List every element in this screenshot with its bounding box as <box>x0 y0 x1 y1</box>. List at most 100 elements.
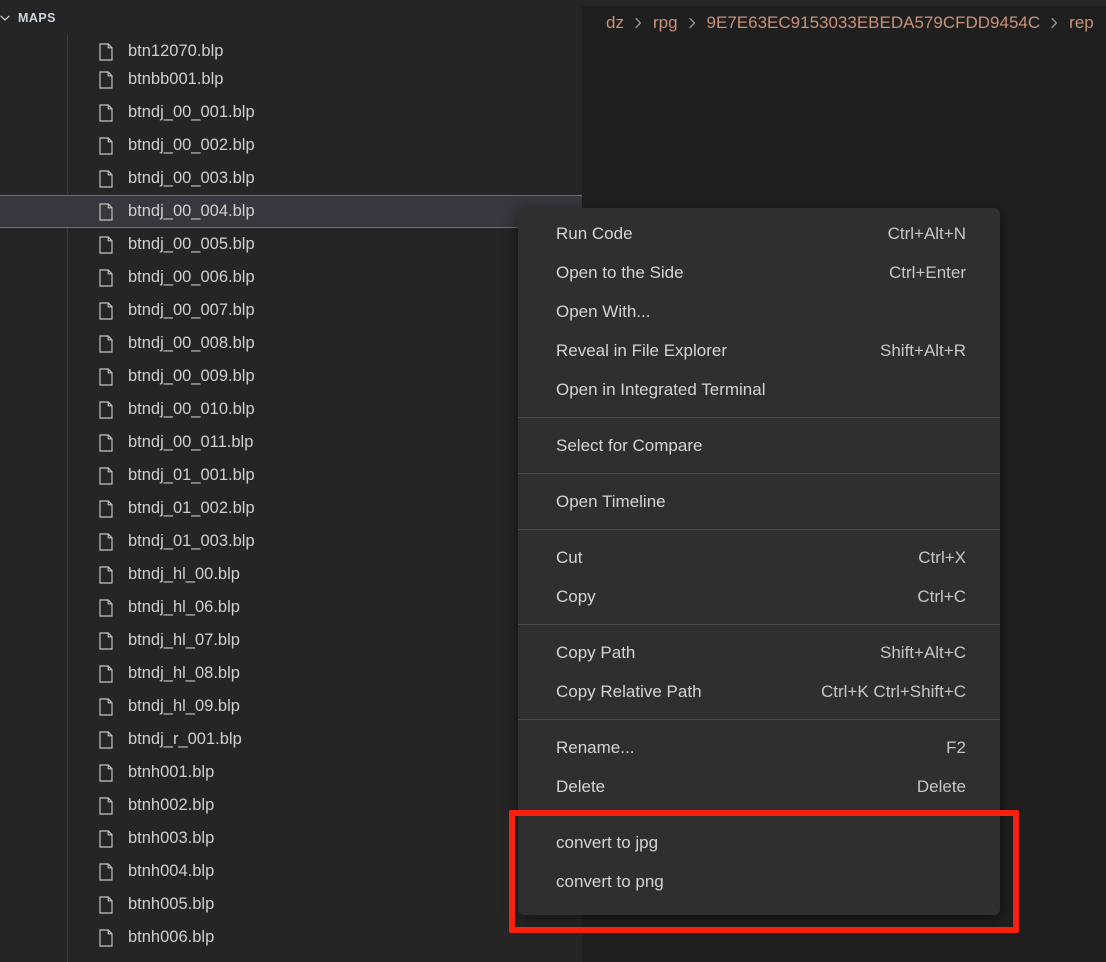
context-menu-item[interactable]: Reveal in File Explorer Shift+Alt+R <box>518 331 1000 370</box>
context-menu-item[interactable]: Copy Path Shift+Alt+C <box>518 633 1000 672</box>
chevron-down-icon[interactable] <box>0 10 14 26</box>
file-name-label: btndj_hl_00.blp <box>128 565 240 583</box>
file-tree-row[interactable]: btndj_hl_08.blp <box>0 657 582 690</box>
file-tree-row[interactable]: btndj_00_005.blp <box>0 228 582 261</box>
file-tree-row[interactable]: btnh002.blp <box>0 789 582 822</box>
file-tree-row[interactable]: btndj_00_011.blp <box>0 426 582 459</box>
context-menu-item-label: Delete <box>556 776 606 796</box>
context-menu-group: Rename... F2 Delete Delete <box>518 728 1000 806</box>
file-name-label: btndj_00_011.blp <box>128 433 254 451</box>
file-icon <box>98 466 114 485</box>
context-menu-item[interactable]: Copy Relative Path Ctrl+K Ctrl+Shift+C <box>518 672 1000 711</box>
file-icon <box>98 235 114 254</box>
file-tree-row[interactable]: btndj_00_002.blp <box>0 129 582 162</box>
file-name-label: btnh003.blp <box>128 829 215 847</box>
file-tree-row[interactable]: btndj_01_003.blp <box>0 525 582 558</box>
file-tree-row[interactable]: btndj_00_008.blp <box>0 327 582 360</box>
context-menu-item[interactable]: Delete Delete <box>518 767 1000 806</box>
file-icon <box>98 169 114 188</box>
context-menu-item[interactable]: Open Timeline <box>518 482 1000 521</box>
file-icon <box>98 433 114 452</box>
file-tree-row[interactable]: btnh003.blp <box>0 822 582 855</box>
context-menu-separator <box>518 624 1000 625</box>
file-name-label: btnh001.blp <box>128 763 215 781</box>
context-menu-item[interactable]: convert to png <box>518 862 1000 901</box>
chevron-right-icon <box>633 15 644 31</box>
breadcrumb[interactable]: dz rpg 9E7E63EC9153033EBEDA579CFDD9454C rep <box>582 6 1106 40</box>
context-menu-item[interactable]: Copy Ctrl+C <box>518 577 1000 616</box>
vscode-window: MAPS btn12070.blp btnbb001.blp btndj_00_00… <box>0 0 1106 962</box>
file-tree-row[interactable]: btndj_00_001.blp <box>0 96 582 129</box>
context-menu-item-label: Open to the Side <box>556 262 684 282</box>
context-menu-item-shortcut: Shift+Alt+R <box>880 340 966 360</box>
file-name-label: btndj_00_008.blp <box>128 334 255 352</box>
file-icon <box>98 103 114 122</box>
file-tree-row[interactable]: btnbb001.blp <box>0 63 582 96</box>
file-tree-row[interactable]: btnh001.blp <box>0 756 582 789</box>
context-menu-item-label: convert to png <box>556 871 664 891</box>
context-menu-item[interactable]: convert to jpg <box>518 823 1000 862</box>
file-tree-row[interactable]: btnh006.blp <box>0 921 582 954</box>
file-tree-row[interactable]: btnh004.blp <box>0 855 582 888</box>
file-tree-row[interactable]: btndj_hl_09.blp <box>0 690 582 723</box>
context-menu-item-label: Open in Integrated Terminal <box>556 379 766 399</box>
context-menu-item-shortcut: Ctrl+Enter <box>889 262 966 282</box>
context-menu-item[interactable]: Open in Integrated Terminal <box>518 370 1000 409</box>
file-tree-row[interactable]: btndj_00_003.blp <box>0 162 582 195</box>
file-icon <box>98 202 114 221</box>
file-name-label: btnh002.blp <box>128 796 215 814</box>
file-icon <box>98 928 114 947</box>
file-tree[interactable]: btn12070.blp btnbb001.blp btndj_00_001.blp… <box>0 35 582 962</box>
file-tree-row[interactable]: btndj_hl_06.blp <box>0 591 582 624</box>
explorer-sidebar: MAPS btn12070.blp btnbb001.blp btndj_00_00… <box>0 0 582 962</box>
context-menu-item-label: Open Timeline <box>556 491 666 511</box>
file-tree-rows: btn12070.blp btnbb001.blp btndj_00_001.blp… <box>0 35 582 954</box>
context-menu-item-label: Copy <box>556 586 596 606</box>
file-name-label: btndj_00_002.blp <box>128 136 255 154</box>
context-menu-item-label: Open With... <box>556 301 651 321</box>
context-menu-item[interactable]: Run Code Ctrl+Alt+N <box>518 214 1000 253</box>
context-menu-item-shortcut: Ctrl+K Ctrl+Shift+C <box>820 681 966 701</box>
file-icon <box>98 763 114 782</box>
context-menu-item[interactable]: Select for Compare <box>518 426 1000 465</box>
explorer-section-header[interactable]: MAPS <box>0 0 582 35</box>
context-menu-item-label: Cut <box>556 547 583 567</box>
context-menu-separator <box>518 529 1000 530</box>
file-icon <box>98 664 114 683</box>
file-icon <box>98 43 114 61</box>
file-name-label: btndj_00_007.blp <box>128 301 255 319</box>
file-context-menu[interactable]: Run Code Ctrl+Alt+N Open to the Side Ctrl+E… <box>518 208 1000 915</box>
file-tree-row[interactable]: btndj_00_010.blp <box>0 393 582 426</box>
file-name-label: btndj_hl_09.blp <box>128 697 240 715</box>
context-menu-item-shortcut: Ctrl+Alt+N <box>887 223 966 243</box>
file-icon <box>98 895 114 914</box>
file-tree-row[interactable]: btndj_01_002.blp <box>0 492 582 525</box>
context-menu-item-label: Rename... <box>556 737 635 757</box>
chevron-right-icon <box>1049 15 1060 31</box>
context-menu-item[interactable]: Open to the Side Ctrl+Enter <box>518 253 1000 292</box>
file-icon <box>98 532 114 551</box>
file-tree-row[interactable]: btndj_r_001.blp <box>0 723 582 756</box>
breadcrumb-item[interactable]: 9E7E63EC9153033EBEDA579CFDD9454C <box>707 13 1041 33</box>
file-tree-row[interactable]: btndj_00_009.blp <box>0 360 582 393</box>
breadcrumb-item[interactable]: dz <box>606 13 624 33</box>
file-tree-row[interactable]: btndj_01_001.blp <box>0 459 582 492</box>
file-icon <box>98 268 114 287</box>
file-tree-row[interactable]: btn12070.blp <box>0 35 582 63</box>
file-tree-row[interactable]: btndj_hl_07.blp <box>0 624 582 657</box>
context-menu-item-shortcut: Ctrl+C <box>917 586 966 606</box>
file-tree-row[interactable]: btnh005.blp <box>0 888 582 921</box>
context-menu-item[interactable]: Rename... F2 <box>518 728 1000 767</box>
file-tree-row[interactable]: btndj_00_006.blp <box>0 261 582 294</box>
file-tree-row[interactable]: btndj_hl_00.blp <box>0 558 582 591</box>
file-tree-row[interactable]: btndj_00_004.blp <box>0 195 582 228</box>
context-menu-item[interactable]: Open With... <box>518 292 1000 331</box>
breadcrumb-item[interactable]: rep <box>1069 13 1094 33</box>
file-tree-row[interactable]: btndj_00_007.blp <box>0 294 582 327</box>
file-icon <box>98 862 114 881</box>
context-menu-item[interactable]: Cut Ctrl+X <box>518 538 1000 577</box>
file-icon <box>98 499 114 518</box>
context-menu-item-shortcut: Ctrl+X <box>918 547 966 567</box>
breadcrumb-item[interactable]: rpg <box>653 13 678 33</box>
file-name-label: btndj_r_001.blp <box>128 730 242 748</box>
